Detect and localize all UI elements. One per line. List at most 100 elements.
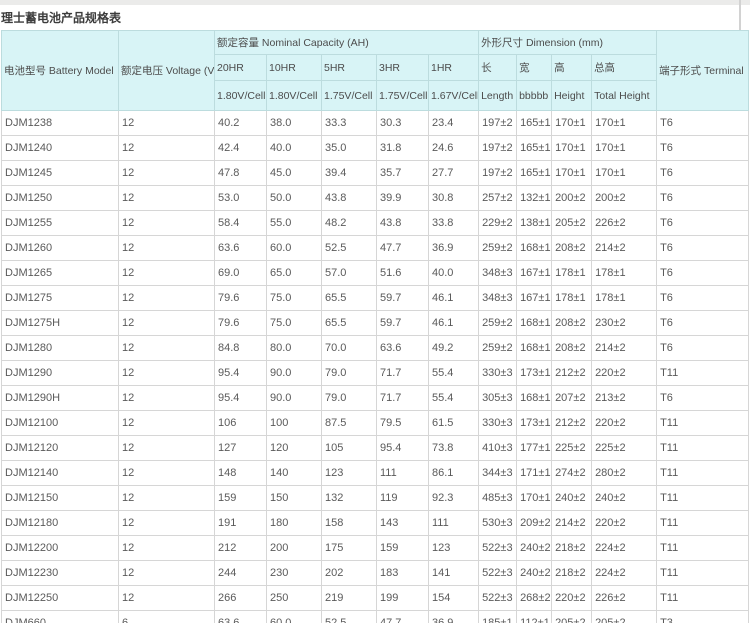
cell: 12 [119, 211, 215, 236]
header-capacity-group: 额定容量 Nominal Capacity (AH) [215, 31, 479, 55]
cell: 170±1 [592, 161, 657, 186]
cell: 224±2 [592, 536, 657, 561]
cell: 60.0 [267, 236, 322, 261]
table-row: DJM121401214814012311186.1344±3171±1274±… [2, 461, 749, 486]
cell: T11 [657, 586, 749, 611]
cell: 208±2 [552, 236, 592, 261]
cell: 197±2 [479, 111, 517, 136]
cell: 220±2 [592, 361, 657, 386]
cell: 522±3 [479, 536, 517, 561]
cell: 180 [267, 511, 322, 536]
cell: 173±1 [517, 361, 552, 386]
cell: T11 [657, 361, 749, 386]
cell: 280±2 [592, 461, 657, 486]
table-row: DJM12381240.238.033.330.323.4197±2165±11… [2, 111, 749, 136]
cell: 214±2 [552, 511, 592, 536]
cell: 31.8 [377, 136, 429, 161]
cell: 170±1 [592, 111, 657, 136]
cell: 209±2 [517, 511, 552, 536]
cell: DJM12150 [2, 486, 119, 511]
table-row: DJM12651269.065.057.051.640.0348±3167±11… [2, 261, 749, 286]
cell: 200±2 [552, 186, 592, 211]
cell: DJM1275H [2, 311, 119, 336]
header-dimension-group: 外形尺寸 Dimension (mm) [479, 31, 657, 55]
header-1hr-cell: 1.67V/Cell [429, 81, 479, 111]
header-10hr: 10HR [267, 55, 322, 81]
cell: 79.6 [215, 286, 267, 311]
table-row: DJM12601263.660.052.547.736.9259±2168±12… [2, 236, 749, 261]
cell: 177±1 [517, 436, 552, 461]
cell: 207±2 [552, 386, 592, 411]
cell: DJM12120 [2, 436, 119, 461]
cell: 143 [377, 511, 429, 536]
cell: 63.6 [215, 236, 267, 261]
header-20hr: 20HR [215, 55, 267, 81]
cell: 171±1 [517, 461, 552, 486]
cell: DJM12230 [2, 561, 119, 586]
cell: 55.4 [429, 386, 479, 411]
cell: 168±1 [517, 336, 552, 361]
cell: 178±1 [552, 286, 592, 311]
cell: 30.3 [377, 111, 429, 136]
header-3hr: 3HR [377, 55, 429, 81]
cell: 170±1 [592, 136, 657, 161]
cell: 138±1 [517, 211, 552, 236]
cell: 225±2 [592, 436, 657, 461]
cell: DJM1255 [2, 211, 119, 236]
header-10hr-cell: 1.80V/Cell [267, 81, 322, 111]
cell: 79.6 [215, 311, 267, 336]
cell: 212±2 [552, 361, 592, 386]
cell: 61.5 [429, 411, 479, 436]
cell: 170±1 [552, 136, 592, 161]
cell: 95.4 [215, 386, 267, 411]
cell: 240±2 [592, 486, 657, 511]
cell: T3 [657, 611, 749, 623]
cell: 159 [215, 486, 267, 511]
cell: T11 [657, 511, 749, 536]
cell: 43.8 [322, 186, 377, 211]
cell: 485±3 [479, 486, 517, 511]
cell: 141 [429, 561, 479, 586]
cell: 220±2 [552, 586, 592, 611]
cell: 95.4 [215, 361, 267, 386]
cell: 274±2 [552, 461, 592, 486]
cell: 178±1 [592, 286, 657, 311]
cell: 12 [119, 436, 215, 461]
table-row: DJM1223012244230202183141522±3240±2218±2… [2, 561, 749, 586]
cell: 55.0 [267, 211, 322, 236]
cell: 522±3 [479, 561, 517, 586]
cell: 69.0 [215, 261, 267, 286]
cell: 45.0 [267, 161, 322, 186]
cell: 240±2 [552, 486, 592, 511]
cell: 47.7 [377, 236, 429, 261]
cell: 230±2 [592, 311, 657, 336]
cell: 120 [267, 436, 322, 461]
header-20hr-cell: 1.80V/Cell [215, 81, 267, 111]
cell: T11 [657, 536, 749, 561]
cell: 105 [322, 436, 377, 461]
cell: 79.0 [322, 361, 377, 386]
cell: T11 [657, 436, 749, 461]
cell: 165±1 [517, 161, 552, 186]
cell: 12 [119, 586, 215, 611]
header-total-height-cn: 总高 [592, 55, 657, 81]
cell: 168±1 [517, 311, 552, 336]
table-row: DJM1220012212200175159123522±3240±2218±2… [2, 536, 749, 561]
cell: 79.5 [377, 411, 429, 436]
cell: 240±2 [517, 536, 552, 561]
cell: DJM1260 [2, 236, 119, 261]
cell: DJM12180 [2, 511, 119, 536]
cell: 71.7 [377, 361, 429, 386]
cell: 150 [267, 486, 322, 511]
cell: 33.3 [322, 111, 377, 136]
cell: 46.1 [429, 311, 479, 336]
cell: 55.4 [429, 361, 479, 386]
cell: 47.8 [215, 161, 267, 186]
header-total-height-en: Total Height [592, 81, 657, 111]
cell: 191 [215, 511, 267, 536]
cell: 199 [377, 586, 429, 611]
cell: 208±2 [552, 311, 592, 336]
cell: 259±2 [479, 311, 517, 336]
cell: T11 [657, 561, 749, 586]
cell: 33.8 [429, 211, 479, 236]
